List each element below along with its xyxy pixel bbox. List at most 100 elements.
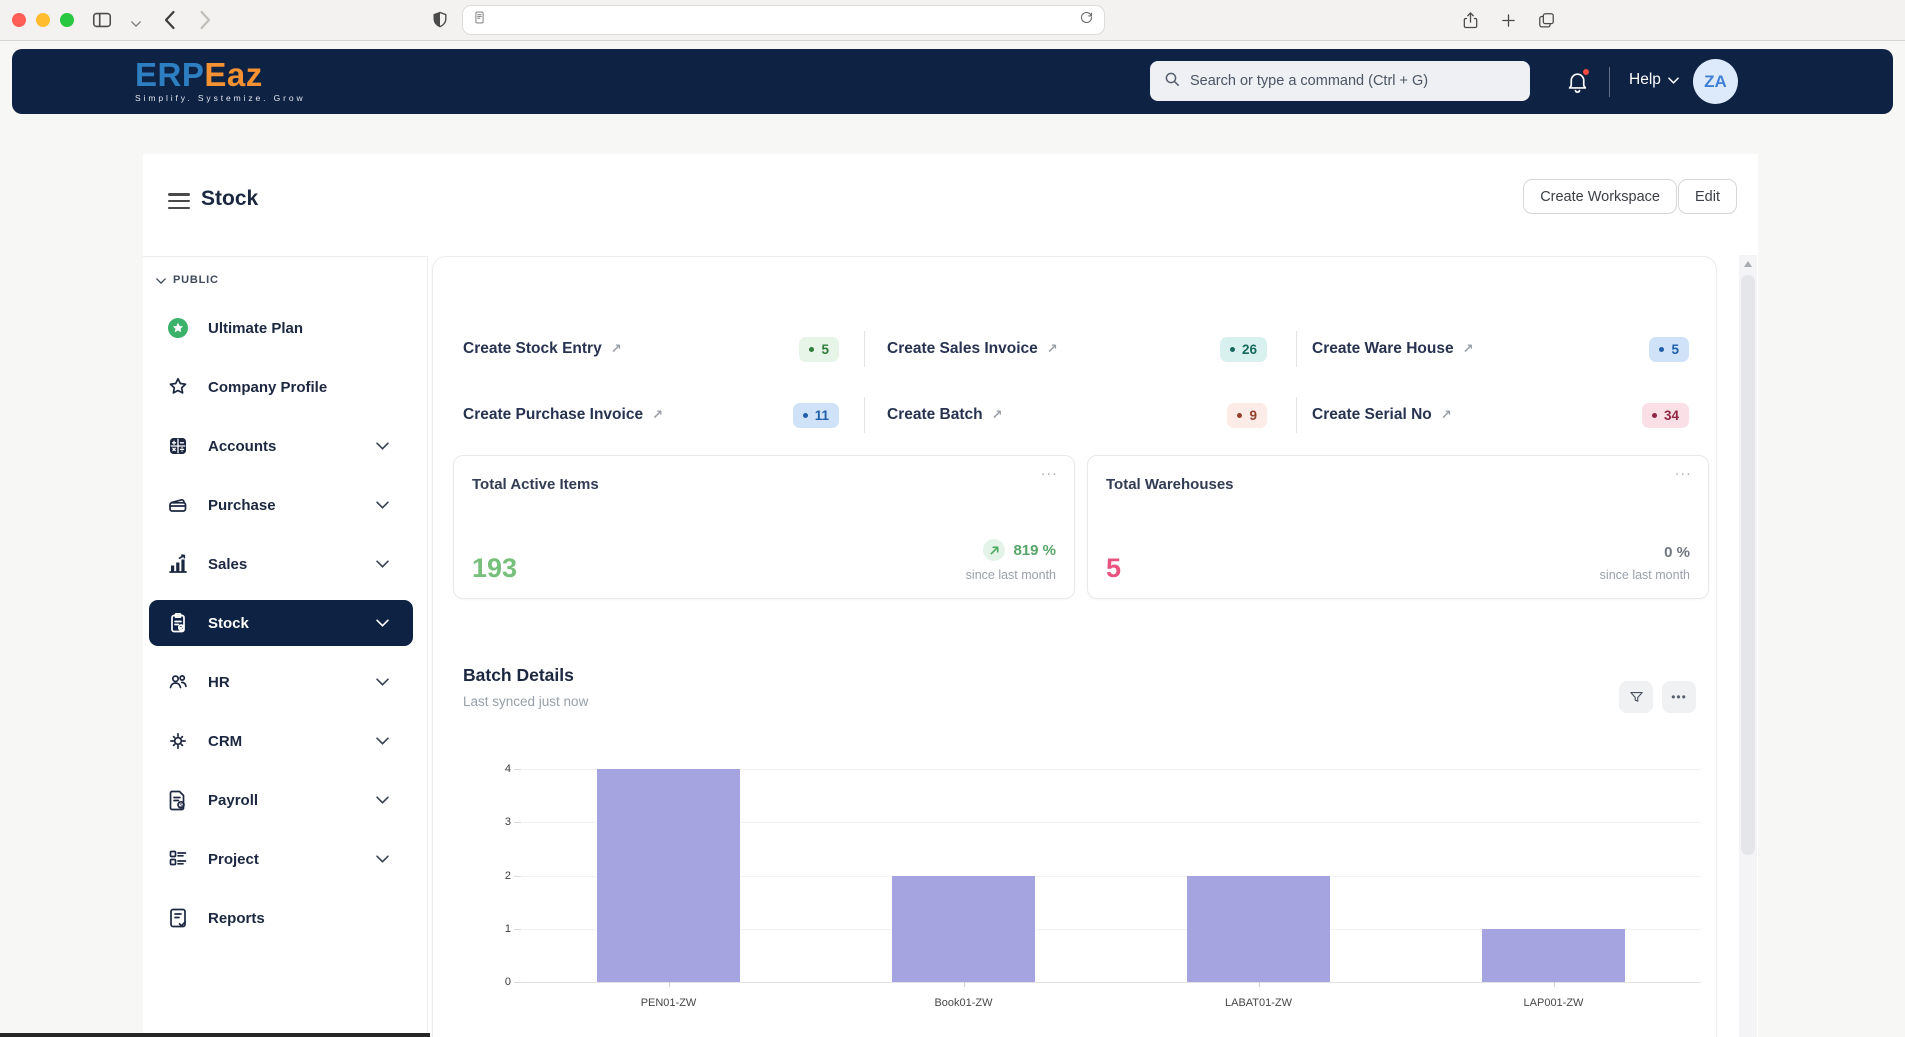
help-menu[interactable]: Help (1629, 71, 1679, 89)
star-icon (165, 374, 191, 400)
badge-count: 5 (1671, 342, 1679, 357)
sales-chart-icon (165, 551, 191, 577)
card-menu-button[interactable]: ... (1675, 462, 1692, 479)
sidebar-item-sales[interactable]: Sales (149, 541, 413, 587)
count-badge: 11 (793, 403, 839, 428)
scrollbar-up-arrow[interactable] (1744, 261, 1752, 267)
sidebar-item-label: Sales (208, 556, 247, 573)
browser-window: ERPEaz Simplify. Systemize. Grow Help ZA (0, 0, 1905, 1037)
chevron-down-icon[interactable] (124, 12, 148, 36)
shortcut-create-serial-no[interactable]: Create Serial No↗ (1312, 406, 1452, 424)
sidebar-item-accounts[interactable]: Accounts (149, 423, 413, 469)
sidebar-item-label: Reports (208, 910, 265, 927)
sidebar-item-purchase[interactable]: Purchase (149, 482, 413, 528)
browser-sidebar-toggle-icon[interactable] (90, 8, 114, 32)
window-close-button[interactable] (12, 13, 26, 27)
shortcut-create-purchase-invoice[interactable]: Create Purchase Invoice↗ (463, 406, 663, 424)
shortcut-links: Create Stock Entry ↗ 5 Create Sales Invoice… (463, 331, 1689, 433)
url-input[interactable] (486, 13, 1079, 28)
avatar[interactable]: ZA (1693, 59, 1738, 104)
privacy-shield-icon[interactable] (428, 8, 452, 32)
sidebar-item-crm[interactable]: CRM (149, 718, 413, 764)
chevron-down-icon (1668, 77, 1679, 84)
external-link-arrow-icon: ↗ (611, 342, 622, 357)
edit-button[interactable]: Edit (1678, 179, 1737, 214)
external-link-arrow-icon: ↗ (652, 408, 663, 423)
sidebar-item-payroll[interactable]: $ Payroll (149, 777, 413, 823)
browser-forward-button[interactable] (193, 8, 217, 32)
create-workspace-button[interactable]: Create Workspace (1523, 179, 1677, 214)
funnel-icon (1628, 689, 1645, 706)
y-tick-label: 2 (485, 870, 511, 882)
count-badge: 26 (1220, 337, 1267, 362)
sidebar-item-label: Ultimate Plan (208, 320, 303, 337)
page-menu-icon[interactable] (168, 193, 190, 209)
badge-count: 5 (821, 342, 829, 357)
stat-value: 193 (472, 553, 517, 584)
sidebar-item-label: Payroll (208, 792, 258, 809)
gridline (521, 982, 1701, 983)
badge-dot-icon (1652, 413, 1657, 418)
notification-bell-icon[interactable] (1565, 69, 1591, 95)
reader-mode-icon[interactable] (473, 9, 486, 31)
browser-back-button[interactable] (157, 8, 181, 32)
stat-change: 0 % (1664, 544, 1690, 561)
sidebar-item-reports[interactable]: Reports (149, 895, 413, 941)
chevron-down-icon (376, 442, 389, 450)
sidebar-items: Ultimate Plan Company Profile Accounts Purc… (149, 305, 413, 941)
project-board-icon (165, 846, 191, 872)
svg-text:$: $ (179, 803, 182, 809)
sidebar-section-public[interactable]: PUBLIC (156, 271, 219, 289)
x-tick-label: LABAT01-ZW (1111, 997, 1406, 1009)
sidebar-item-label: Project (208, 851, 259, 868)
sidebar-item-project[interactable]: Project (149, 836, 413, 882)
stat-value: 5 (1106, 553, 1121, 584)
chart-more-button[interactable]: ••• (1662, 681, 1696, 713)
sidebar-item-company-profile[interactable]: Company Profile (149, 364, 413, 410)
x-tick-label: LAP001-ZW (1406, 997, 1701, 1009)
tab-overview-icon[interactable] (1534, 8, 1558, 32)
stat-card-total-warehouses: Total Warehouses...50 %since last month (1087, 455, 1709, 599)
shortcut-cell: Create Stock Entry ↗ 5 (463, 331, 864, 367)
shortcut-label: Create Ware House (1312, 340, 1454, 358)
card-menu-button[interactable]: ... (1041, 462, 1058, 479)
filter-button[interactable] (1619, 681, 1653, 713)
workspace-card: Create Stock Entry ↗ 5 Create Sales Invoice… (432, 256, 1717, 1037)
shortcut-create-ware-house[interactable]: Create Ware House↗ (1312, 340, 1473, 358)
shortcut-create-batch[interactable]: Create Batch↗ (887, 406, 1003, 424)
sidebar-item-stock[interactable]: Stock (149, 600, 413, 646)
shortcut-cell: Create Ware House↗ 5 (1296, 331, 1689, 367)
stat-caption: since last month (1600, 568, 1690, 582)
window-minimize-button[interactable] (36, 13, 50, 27)
shortcut-create-stock-entry[interactable]: Create Stock Entry ↗ (463, 340, 622, 358)
logo-tagline: Simplify. Systemize. Grow (135, 93, 306, 103)
count-badge: 5 (799, 337, 839, 362)
shortcut-create-sales-invoice[interactable]: Create Sales Invoice↗ (887, 340, 1058, 358)
chevron-down-icon (376, 737, 389, 745)
external-link-arrow-icon: ↗ (1441, 408, 1452, 423)
stat-change: 819 % (1013, 542, 1056, 559)
shortcut-label: Create Stock Entry (463, 340, 602, 358)
search-input[interactable] (1190, 73, 1516, 89)
share-icon[interactable] (1458, 8, 1482, 32)
x-tick (1554, 982, 1555, 987)
window-zoom-button[interactable] (60, 13, 74, 27)
x-tick (1259, 982, 1260, 987)
url-bar[interactable] (462, 5, 1105, 35)
new-tab-icon[interactable] (1496, 8, 1520, 32)
badge-count: 9 (1249, 408, 1257, 423)
y-tick (514, 982, 521, 983)
chevron-down-icon (376, 796, 389, 804)
scrollbar-thumb[interactable] (1741, 275, 1755, 855)
badge-dot-icon (1237, 413, 1242, 418)
erpeaz-logo[interactable]: ERPEaz Simplify. Systemize. Grow (135, 58, 306, 103)
stat-caption: since last month (966, 568, 1056, 582)
global-search[interactable] (1150, 61, 1530, 101)
reload-icon[interactable] (1079, 10, 1094, 30)
sidebar-item-ultimate-plan[interactable]: Ultimate Plan (149, 305, 413, 351)
help-label: Help (1629, 71, 1661, 89)
x-tick (964, 982, 965, 987)
sidebar-item-hr[interactable]: HR (149, 659, 413, 705)
badge-dot-icon (803, 413, 808, 418)
sidebar-item-label: HR (208, 674, 230, 691)
